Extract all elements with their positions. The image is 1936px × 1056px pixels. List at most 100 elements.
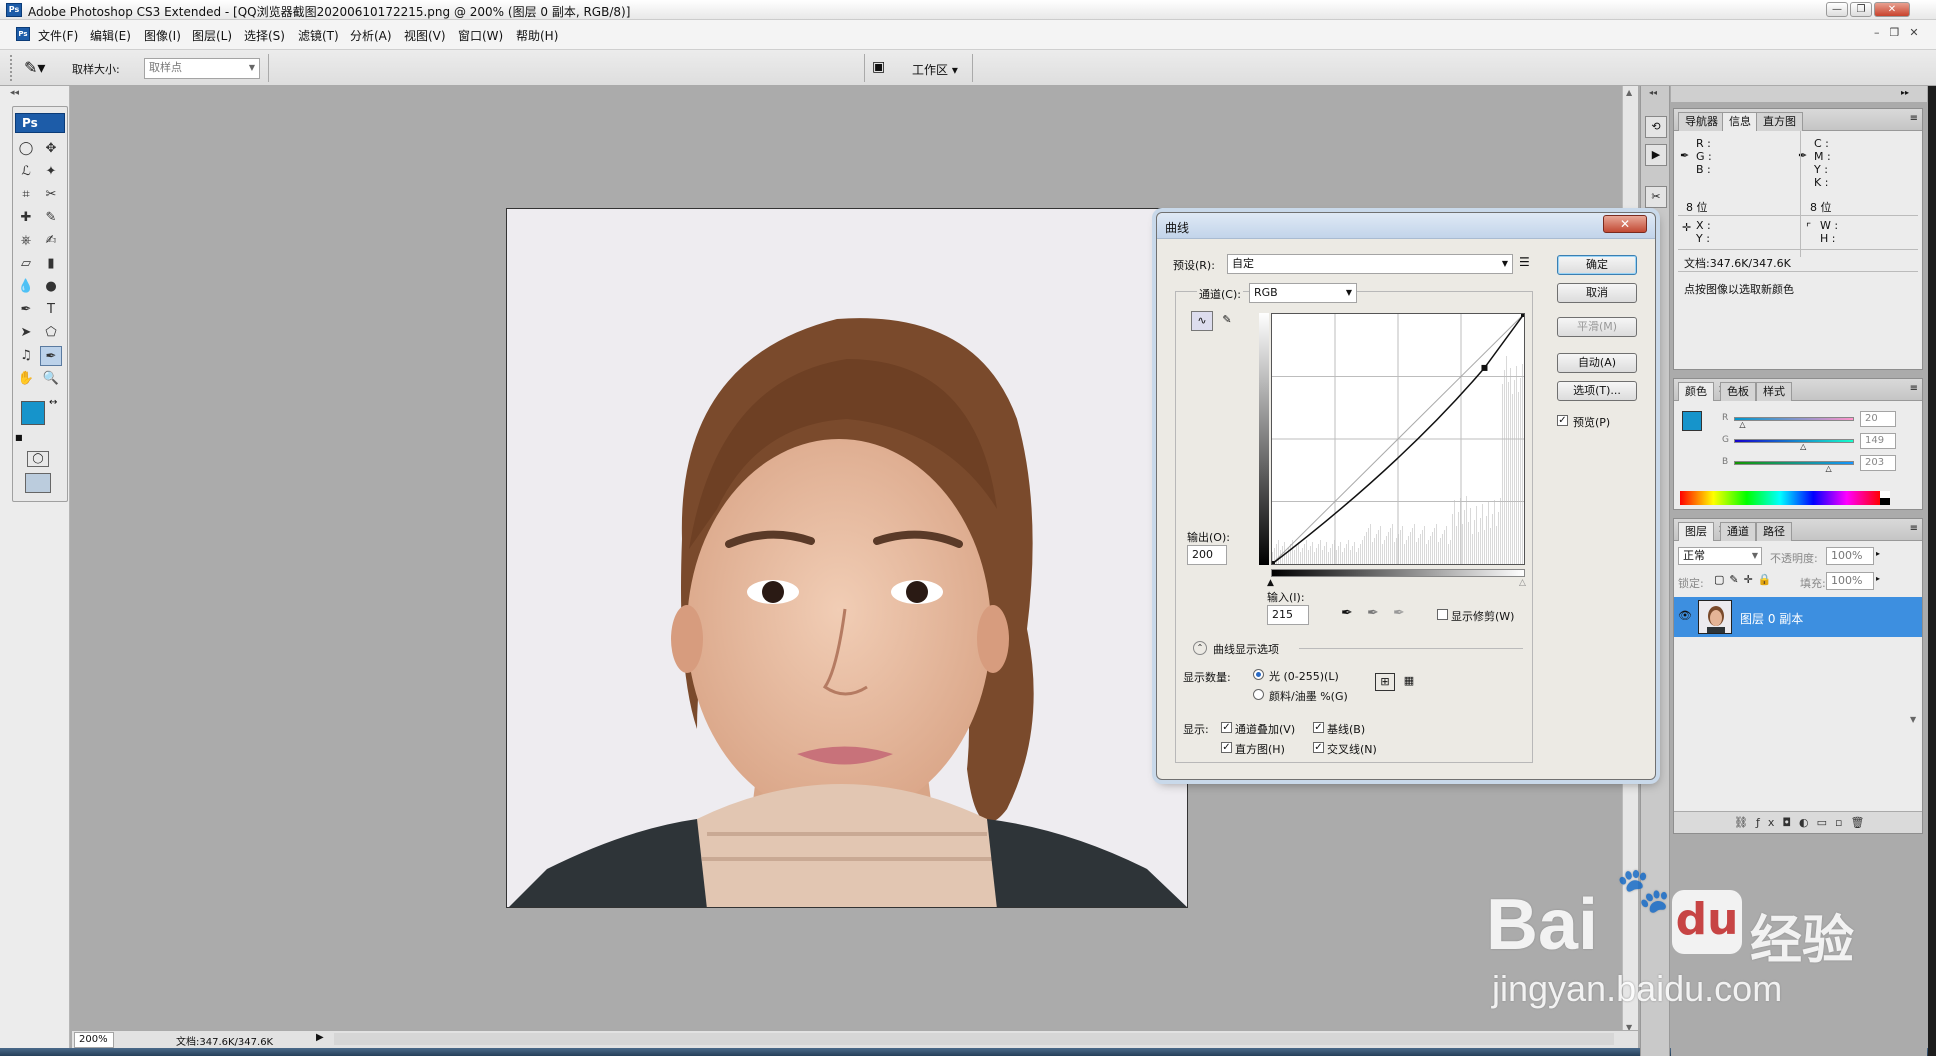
display-checkbox[interactable]: ✓ (1313, 742, 1324, 753)
document-window-controls[interactable]: –❐✕ (1874, 26, 1929, 39)
options-button[interactable]: 选项(T)... (1557, 381, 1637, 401)
panel-menu-icon[interactable]: ≡ (1910, 383, 1918, 394)
options-grip[interactable] (10, 55, 14, 81)
eraser-icon[interactable]: ▱ (15, 254, 37, 274)
scroll-up-icon[interactable]: ▲ (1626, 88, 1632, 97)
foreground-color-swatch[interactable] (21, 401, 45, 425)
curve-point-tool-icon[interactable]: ∿ (1191, 311, 1213, 331)
default-colors-icon[interactable]: ■ (15, 433, 23, 442)
quick-mask-icon[interactable]: ◯ (27, 451, 49, 467)
eye-icon[interactable]: 👁 (1678, 609, 1692, 622)
panel-tab[interactable]: 颜色 (1678, 382, 1714, 401)
horizontal-scrollbar[interactable] (334, 1033, 1614, 1045)
path-select-icon[interactable]: ➤ (15, 323, 37, 343)
workspace-menu[interactable]: 工作区 ▾ (912, 61, 958, 78)
notes-icon[interactable]: ♫ (15, 346, 37, 366)
move-icon[interactable]: ✥ (40, 139, 62, 159)
preset-menu-icon[interactable]: ☰ (1519, 255, 1530, 269)
swap-colors-icon[interactable]: ↔ (49, 397, 57, 408)
crop-icon[interactable]: ⌗ (15, 185, 37, 205)
hand-icon[interactable]: ✋ (15, 369, 37, 389)
ok-button[interactable]: 确定 (1557, 255, 1637, 275)
menu-item[interactable]: 选择(S) (244, 27, 285, 44)
clone-stamp-icon[interactable]: ⎈ (15, 231, 37, 251)
display-checkbox[interactable]: ✓ (1313, 722, 1324, 733)
color-channel-value[interactable]: 20 (1860, 411, 1896, 427)
collapse-icon[interactable]: ◂◂ (1649, 88, 1657, 97)
eyedropper-icon[interactable]: ✎▾ (24, 58, 45, 77)
white-point-slider-icon[interactable]: △ (1519, 578, 1526, 588)
eyedropper-icon[interactable]: ✒ (40, 346, 62, 366)
curve-graph[interactable] (1269, 311, 1527, 567)
preset-select[interactable]: 自定 ▼ (1227, 254, 1513, 274)
dodge-icon[interactable]: ● (40, 277, 62, 297)
lasso-icon[interactable]: ℒ (15, 162, 37, 182)
brush-icon[interactable]: ✎ (40, 208, 62, 228)
simple-grid-icon[interactable]: ⊞ (1375, 673, 1395, 691)
slice-icon[interactable]: ✂ (40, 185, 62, 205)
display-checkbox[interactable]: ✓ (1221, 742, 1232, 753)
zoom-icon[interactable]: 🔍 (40, 369, 62, 389)
panel-tab[interactable]: 图层 (1678, 522, 1714, 541)
display-checkbox[interactable]: ✓ (1221, 722, 1232, 733)
history-icon[interactable]: ⟲ (1645, 116, 1667, 138)
panel-tab[interactable]: 路径 (1756, 522, 1792, 541)
detailed-grid-icon[interactable]: ▦ (1399, 673, 1419, 691)
color-channel-slider[interactable] (1734, 417, 1854, 421)
slider-thumb-icon[interactable]: △ (1739, 420, 1745, 429)
black-white-swatch[interactable] (1880, 491, 1890, 505)
color-channel-value[interactable]: 203 (1860, 455, 1896, 471)
color-channel-slider[interactable] (1734, 461, 1854, 465)
menu-item[interactable]: 编辑(E) (90, 27, 131, 44)
scroll-down-icon[interactable]: ▼ (1910, 715, 1916, 724)
radio-pigment[interactable] (1253, 689, 1264, 700)
fill-field[interactable]: 100% (1826, 572, 1874, 590)
menu-item[interactable]: 图层(L) (192, 27, 232, 44)
panel-tab[interactable]: 直方图 (1756, 112, 1803, 131)
curves-dialog-titlebar[interactable]: 曲线 ✕ (1157, 213, 1655, 239)
panel-menu-icon[interactable]: ≡ (1910, 523, 1918, 534)
collapse-icon[interactable]: ◂◂ (10, 88, 19, 98)
pencil-tool-icon[interactable]: ✎ (1217, 311, 1237, 331)
color-channel-value[interactable]: 149 (1860, 433, 1896, 449)
menu-item[interactable]: 视图(V) (404, 27, 446, 44)
sample-size-select[interactable]: 取样点 ▼ (144, 58, 260, 79)
output-field[interactable]: 200 (1187, 545, 1227, 565)
menu-item[interactable]: 窗口(W) (458, 27, 503, 44)
opacity-field[interactable]: 100% (1826, 547, 1874, 565)
minimize-button[interactable]: — (1826, 2, 1848, 17)
blend-mode-select[interactable]: 正常 ▼ (1678, 547, 1762, 565)
menu-item[interactable]: 滤镜(T) (298, 27, 339, 44)
close-button[interactable]: ✕ (1874, 2, 1910, 17)
color-foreground-swatch[interactable] (1682, 411, 1702, 431)
restore-button[interactable]: ❐ (1850, 2, 1872, 17)
dialog-close-button[interactable]: ✕ (1603, 215, 1647, 233)
blur-icon[interactable]: 💧 (15, 277, 37, 297)
shape-icon[interactable]: ⬠ (40, 323, 62, 343)
layer-name[interactable]: 图层 0 副本 (1740, 610, 1803, 627)
screen-mode-icon[interactable] (25, 473, 51, 493)
panel-tab[interactable]: 信息 (1722, 112, 1758, 131)
expand-icon[interactable]: ▸▸ (1901, 88, 1909, 97)
marquee-icon[interactable]: ◯ (15, 139, 37, 159)
channel-select[interactable]: RGB ▼ (1249, 283, 1357, 303)
cancel-button[interactable]: 取消 (1557, 283, 1637, 303)
input-field[interactable]: 215 (1267, 605, 1309, 625)
collapse-options-icon[interactable]: ⌃ (1193, 641, 1207, 655)
type-icon[interactable]: T (40, 300, 62, 320)
auto-button[interactable]: 自动(A) (1557, 353, 1637, 373)
menu-item[interactable]: 图像(I) (144, 27, 181, 44)
white-eyedropper-icon[interactable]: ✒ (1393, 605, 1405, 621)
layer-row[interactable]: 👁 图层 0 副本 (1674, 597, 1922, 637)
history-brush-icon[interactable]: ✍ (40, 231, 62, 251)
healing-brush-icon[interactable]: ✚ (15, 208, 37, 228)
menu-item[interactable]: 帮助(H) (516, 27, 558, 44)
layer-actions-icons[interactable]: ⛓ƒx◘◐▭▫🗑 (1734, 816, 1872, 829)
black-eyedropper-icon[interactable]: ✒ (1341, 605, 1353, 621)
menu-item[interactable]: 分析(A) (350, 27, 392, 44)
color-spectrum-bar[interactable] (1680, 491, 1880, 505)
panel-tab[interactable]: 样式 (1756, 382, 1792, 401)
show-clipping-checkbox[interactable] (1437, 609, 1448, 620)
panel-menu-icon[interactable]: ≡ (1910, 113, 1918, 124)
gray-eyedropper-icon[interactable]: ✒ (1367, 605, 1379, 621)
